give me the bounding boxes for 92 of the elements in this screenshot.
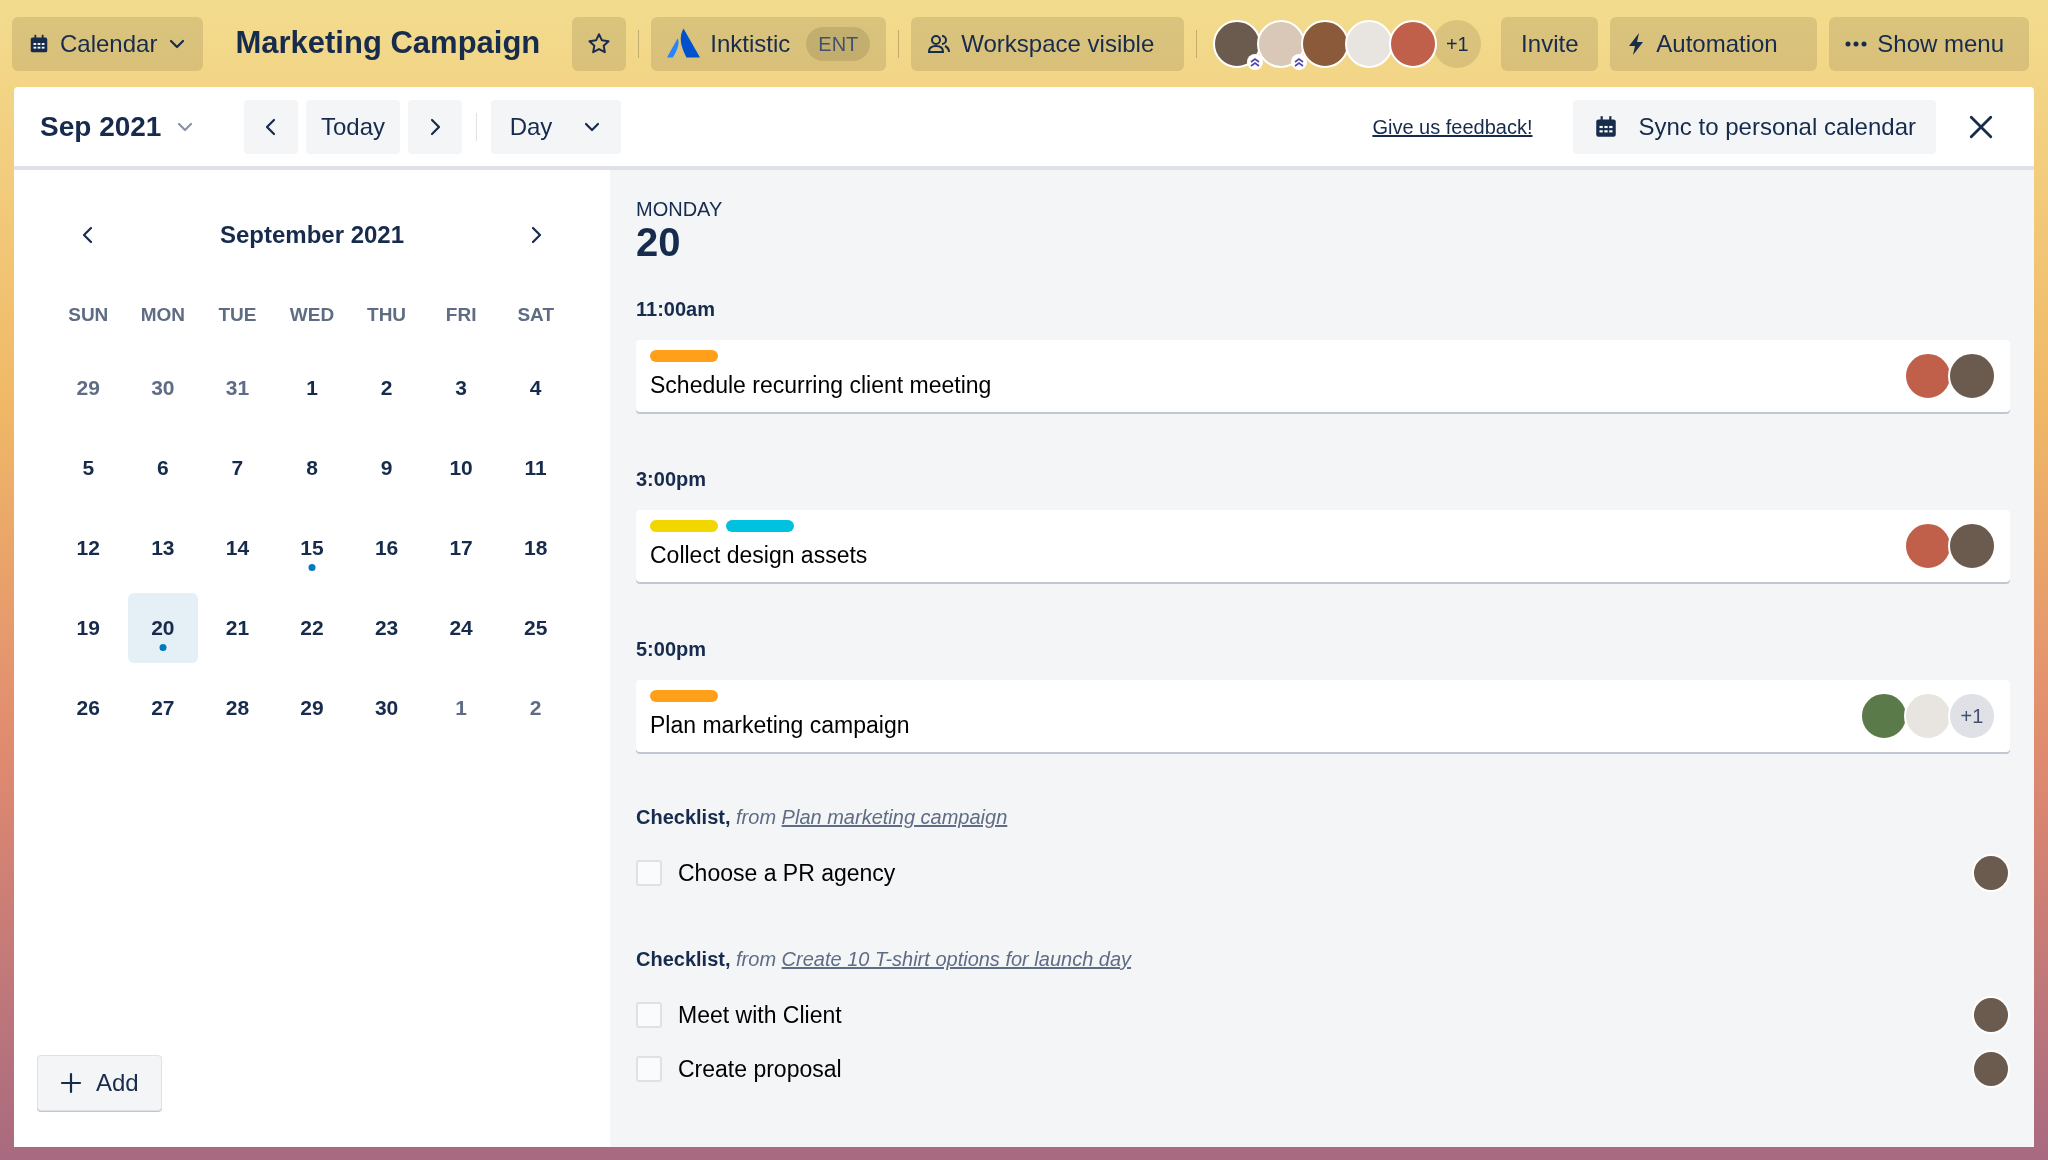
day-cell[interactable]: 27 <box>127 673 198 743</box>
card-title: Collect design assets <box>650 540 868 570</box>
month-dropdown[interactable]: Sep 2021 <box>40 105 230 148</box>
weekday-label: TUE <box>218 302 257 327</box>
day-cell[interactable]: 1 <box>277 353 347 423</box>
day-cell[interactable]: 19 <box>53 593 124 663</box>
event-card[interactable]: Schedule recurring client meeting <box>636 340 2010 412</box>
avatar[interactable] <box>1972 854 2010 892</box>
weekday-label: THU <box>367 302 407 327</box>
day-cell[interactable]: 20 <box>127 593 198 663</box>
checkbox[interactable] <box>636 1056 662 1082</box>
day-cell[interactable]: 24 <box>426 593 497 663</box>
weekday-label: FRI <box>445 302 477 327</box>
card-title: Schedule recurring client meeting <box>650 370 992 400</box>
checkbox[interactable] <box>636 860 662 886</box>
close-icon <box>1968 113 1994 140</box>
day-cell[interactable]: 29 <box>53 353 124 423</box>
double-chevron-up-icon <box>1247 53 1264 70</box>
day-cell[interactable]: 10 <box>426 433 497 503</box>
more-icon <box>1845 40 1868 47</box>
event-card[interactable]: Plan marketing campaign +1 <box>636 680 2010 752</box>
add-button[interactable]: Add <box>37 1055 162 1111</box>
calendar-icon <box>28 32 50 55</box>
day-cell[interactable]: 11 <box>500 433 571 503</box>
date-heading: 20 <box>636 220 681 264</box>
view-switcher-button[interactable]: Calendar <box>12 16 204 71</box>
month-title: September 2021 <box>219 220 405 250</box>
weekday-label: WED <box>289 302 335 327</box>
day-cell[interactable]: 30 <box>127 353 198 423</box>
checklist-item-text: Choose a PR agency <box>678 858 897 888</box>
day-cell[interactable]: 21 <box>202 593 273 663</box>
avatar[interactable] <box>1389 19 1438 68</box>
day-cell[interactable]: 5 <box>53 433 124 503</box>
day-cell[interactable]: 17 <box>426 513 497 583</box>
more-members-count: +1 <box>1948 692 1996 740</box>
checklist-card-link[interactable]: Create 10 T-shirt options for launch day <box>781 948 1132 970</box>
day-cell[interactable]: 13 <box>127 513 198 583</box>
day-cell[interactable]: 4 <box>500 353 571 423</box>
workspace-button[interactable]: Inktistic ENT <box>651 16 887 71</box>
event-card[interactable]: Collect design assets <box>636 510 2010 582</box>
workspace-badge: ENT <box>806 26 871 61</box>
card-title: Plan marketing campaign <box>650 710 910 740</box>
avatar[interactable] <box>1972 1050 2010 1088</box>
weekday-heading: MONDAY <box>636 198 723 220</box>
time-label: 11:00am <box>636 297 715 322</box>
time-label: 3:00pm <box>636 467 707 492</box>
avatar[interactable] <box>1972 996 2010 1034</box>
time-label: 5:00pm <box>636 637 707 662</box>
day-cell[interactable]: 28 <box>202 673 273 743</box>
day-cell[interactable]: 22 <box>277 593 347 663</box>
day-cell[interactable]: 29 <box>277 673 347 743</box>
day-cell[interactable]: 3 <box>426 353 497 423</box>
checkbox[interactable] <box>636 1002 662 1028</box>
weekday-label: MON <box>140 302 185 327</box>
day-cell[interactable]: 9 <box>351 433 422 503</box>
sync-calendar-button[interactable]: Sync to personal calendar <box>1572 99 1936 154</box>
day-cell[interactable]: 31 <box>202 353 273 423</box>
day-cell[interactable]: 12 <box>53 513 124 583</box>
day-cell[interactable]: 30 <box>351 673 422 743</box>
day-cell[interactable]: 16 <box>351 513 422 583</box>
checklist-source: Checklist, from Create 10 T-shirt options for launch day <box>636 947 1132 972</box>
day-cell[interactable]: 2 <box>351 353 422 423</box>
more-members-button[interactable]: +1 <box>1433 19 1482 68</box>
day-cell[interactable]: 14 <box>202 513 273 583</box>
day-cell[interactable]: 23 <box>351 593 422 663</box>
day-cell[interactable]: 2 <box>500 673 571 743</box>
checklist-item-text: Meet with Client <box>678 1000 843 1030</box>
day-cell[interactable]: 18 <box>500 513 571 583</box>
automation-button[interactable]: Automation <box>1610 16 1818 71</box>
day-cell[interactable]: 25 <box>500 593 571 663</box>
view-dropdown[interactable]: Day <box>491 99 621 154</box>
day-cell[interactable]: 7 <box>202 433 273 503</box>
weekday-label: SAT <box>517 302 554 327</box>
board-title: Marketing Campaign <box>234 24 542 63</box>
plus-icon <box>60 1072 82 1094</box>
visibility-button[interactable]: Workspace visible <box>911 16 1185 71</box>
star-button[interactable] <box>572 16 627 71</box>
day-cell[interactable]: 8 <box>277 433 347 503</box>
invite-button[interactable]: Invite <box>1501 16 1599 71</box>
checklist-source: Checklist, from Plan marketing campaign <box>636 805 1008 830</box>
show-menu-button[interactable]: Show menu <box>1829 16 2030 71</box>
day-cell[interactable]: 15 <box>277 513 347 583</box>
feedback-link[interactable]: Give us feedback! <box>1372 111 1533 142</box>
day-cell[interactable]: 6 <box>127 433 198 503</box>
double-chevron-up-icon <box>1291 53 1308 70</box>
today-button[interactable]: Today <box>306 99 400 154</box>
checklist-card-link[interactable]: Plan marketing campaign <box>781 806 1008 828</box>
triangle-logo-icon <box>667 27 701 60</box>
weekday-label: SUN <box>68 302 109 327</box>
day-cell[interactable]: 1 <box>426 673 497 743</box>
day-cell[interactable]: 26 <box>53 673 124 743</box>
checklist-item-text: Create proposal <box>678 1054 843 1084</box>
